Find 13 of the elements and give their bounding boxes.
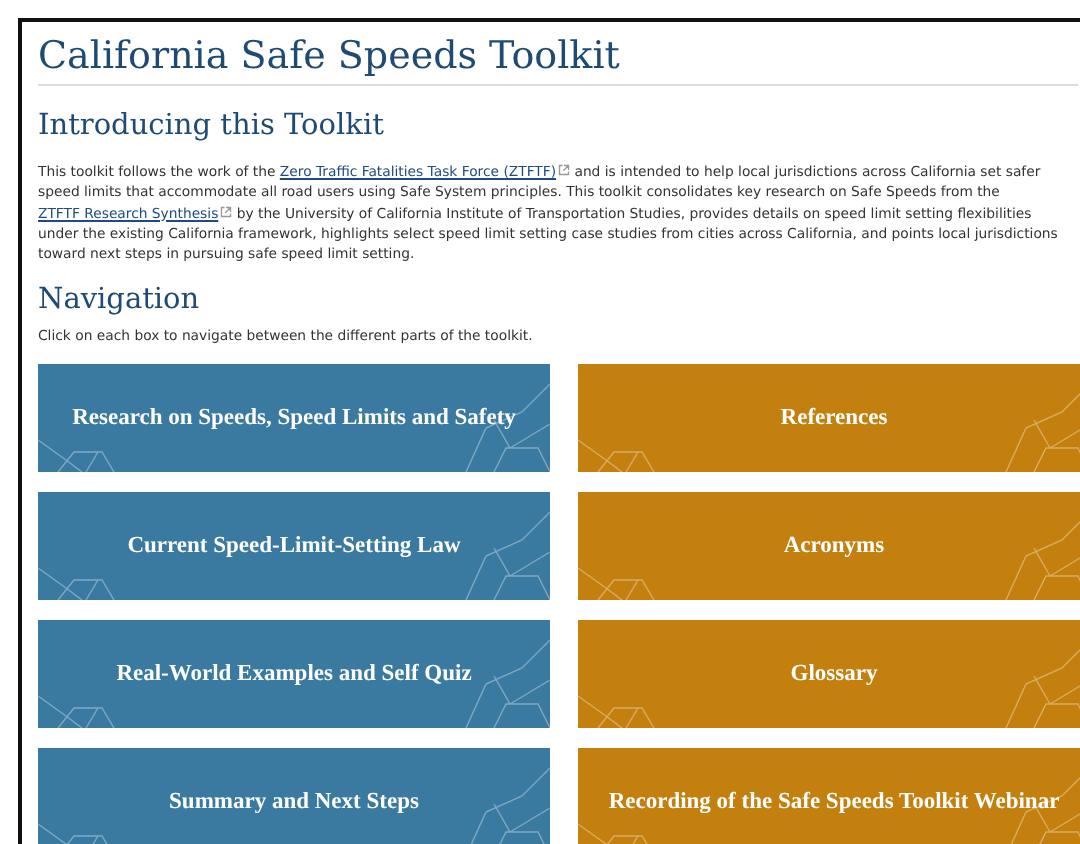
navigation-tile[interactable]: Real-World Examples and Self Quiz bbox=[38, 620, 550, 729]
navigation-tile[interactable]: Glossary bbox=[578, 620, 1080, 729]
section-heading: Navigation bbox=[38, 284, 200, 317]
navigation-tile[interactable]: Recording of the Safe Speeds Toolkit Webinar bbox=[578, 748, 1080, 844]
navigation-tile[interactable]: Current Speed-Limit-Setting Law bbox=[38, 492, 550, 601]
external-link-icon bbox=[558, 164, 571, 176]
navigation-tile[interactable]: Summary and Next Steps bbox=[38, 748, 550, 844]
external-link-icon bbox=[220, 205, 233, 218]
navigation-tile[interactable]: Acronyms bbox=[578, 492, 1080, 601]
navigation-tile[interactable]: Research on Speeds, Speed Limits and Safety bbox=[38, 364, 550, 473]
navigation-tile[interactable]: References bbox=[578, 364, 1080, 473]
section-heading: Introducing this Toolkit bbox=[38, 110, 384, 142]
page-title: California Safe Speeds Toolkit bbox=[38, 34, 1078, 86]
